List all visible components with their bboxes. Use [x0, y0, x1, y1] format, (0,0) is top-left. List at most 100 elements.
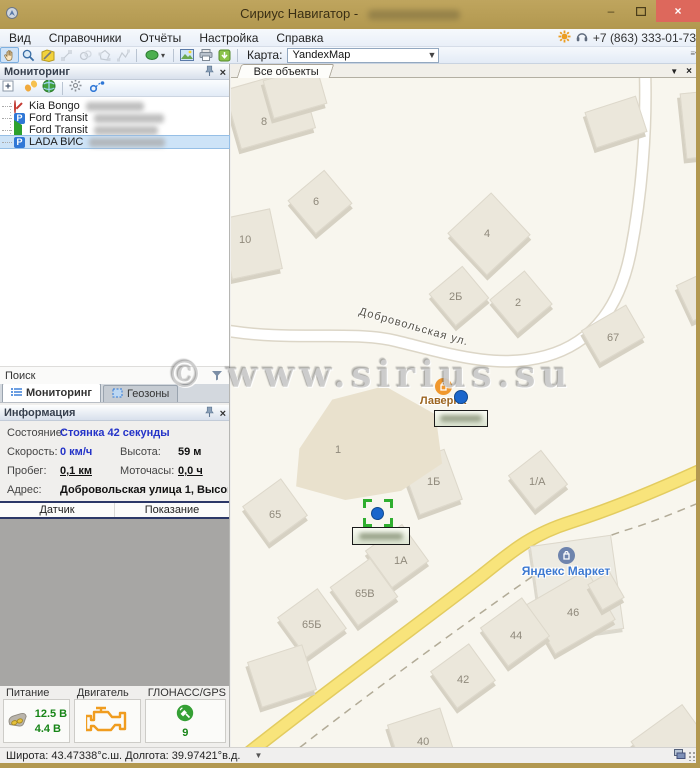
- reading-column-header[interactable]: Показание: [115, 503, 229, 517]
- menu-help[interactable]: Справка: [267, 29, 332, 46]
- vehicle-row-kia-bongo[interactable]: Kia Bongo: [0, 100, 229, 112]
- tab-label: Мониторинг: [26, 387, 92, 399]
- list-icon: [11, 387, 22, 400]
- map-snapshot-button[interactable]: [177, 47, 196, 63]
- engine-gauge: Двигатель: [74, 687, 141, 746]
- close-icon[interactable]: ×: [686, 66, 692, 77]
- menu-directories[interactable]: Справочники: [40, 29, 131, 46]
- monitoring-panel-title: Мониторинг: [4, 66, 70, 78]
- menu-reports[interactable]: Отчёты: [130, 29, 190, 46]
- print-button[interactable]: [196, 47, 215, 63]
- pin-icon[interactable]: [205, 65, 214, 80]
- search-label: Поиск: [5, 370, 35, 382]
- monitoring-panel-header: Мониторинг ×: [0, 64, 229, 80]
- minimize-button[interactable]: –: [596, 0, 626, 22]
- state-value: Стоянка 42 секунды: [60, 427, 170, 439]
- gauges-row: Питание 12.5 В 4.4 В Двигатель: [0, 686, 229, 746]
- sensor-column-header[interactable]: Датчик: [0, 503, 115, 517]
- geofence-icon: [112, 388, 123, 401]
- info-grid: Состояние: Стоянка 42 секунды Скорость: …: [0, 421, 229, 501]
- vehicle-name: Ford Transit: [29, 112, 88, 124]
- title-bar: Сириус Навигатор - – ×: [0, 0, 700, 29]
- building-number: 65: [269, 509, 281, 521]
- close-button[interactable]: ×: [656, 0, 700, 22]
- app-window: Сириус Навигатор - – × Вид Справочники О…: [0, 0, 700, 768]
- polygon-zone-button[interactable]: [95, 47, 114, 63]
- gps-gauge-label: ГЛОНАСС/GPS: [145, 687, 226, 699]
- tab-monitoring[interactable]: Мониторинг: [2, 383, 101, 402]
- route-icon[interactable]: [90, 79, 105, 97]
- monitoring-panel-toolbar: [0, 80, 229, 97]
- map-tab-all-objects[interactable]: Все объекты: [237, 64, 334, 78]
- search-bar[interactable]: Поиск: [0, 366, 229, 384]
- redacted-plate: [94, 114, 164, 123]
- building-number: 10: [239, 234, 251, 246]
- engine-hours-value[interactable]: 0,0 ч: [178, 465, 203, 477]
- close-icon[interactable]: ×: [220, 408, 226, 420]
- menu-settings[interactable]: Настройка: [190, 29, 267, 46]
- monitoring-panel: Мониторинг ×: [0, 64, 230, 747]
- info-panel-header: Информация ×: [0, 405, 229, 421]
- support-phone-number: +7 (863) 333-01-73: [593, 31, 696, 45]
- window-title: Сириус Навигатор -: [0, 6, 700, 21]
- polyline-zone-button[interactable]: [114, 47, 133, 63]
- map-provider-select[interactable]: YandexMap ▼: [287, 48, 439, 63]
- show-on-map-globe-icon[interactable]: [42, 79, 56, 98]
- power-voltage-backup: 4.4 В: [35, 723, 67, 735]
- zoom-tool-button[interactable]: [19, 47, 38, 63]
- mileage-label: Пробег:: [7, 465, 47, 477]
- connection-icon: [674, 749, 686, 762]
- power-gauge-label: Питание: [3, 687, 70, 699]
- circle-zone-button[interactable]: [76, 47, 95, 63]
- add-node-button[interactable]: [57, 47, 76, 63]
- redacted-plate: [89, 138, 165, 147]
- redacted-vehicle-label: [359, 533, 404, 540]
- maximize-button[interactable]: [626, 0, 656, 22]
- building-number: 1А: [394, 555, 407, 567]
- filter-funnel-icon[interactable]: [211, 370, 223, 384]
- building-number: 40: [417, 736, 429, 747]
- mileage-value[interactable]: 0,1 км: [60, 465, 92, 477]
- pin-icon[interactable]: [205, 406, 214, 421]
- building-number: 4: [484, 228, 490, 240]
- vehicle-row-ford-transit-1[interactable]: P Ford Transit: [0, 112, 229, 124]
- vehicle-label-box: [434, 410, 488, 427]
- gear-icon[interactable]: [69, 79, 82, 97]
- chevron-down-icon: ▾: [161, 51, 165, 60]
- building-number: 44: [510, 630, 522, 642]
- export-button[interactable]: [215, 47, 234, 63]
- menu-bar: Вид Справочники Отчёты Настройка Справка…: [0, 29, 700, 47]
- expand-all-icon[interactable]: [2, 79, 14, 97]
- close-icon[interactable]: ×: [220, 67, 226, 79]
- map-area: Все объекты ▼ ×: [231, 64, 696, 747]
- poi-yandex-market[interactable]: Яндекс Маркет: [521, 547, 611, 578]
- tab-geozones[interactable]: Геозоны: [103, 385, 178, 402]
- vehicle-row-lada-vis[interactable]: P LADA ВИС: [0, 136, 229, 148]
- follow-tracks-icon[interactable]: [24, 79, 38, 97]
- vehicle-marker[interactable]: [454, 390, 468, 404]
- poi-label: Яндекс Маркет: [521, 564, 611, 578]
- vehicle-name: Ford Transit: [29, 124, 88, 136]
- menu-view[interactable]: Вид: [0, 29, 40, 46]
- map-tab-bar: Все объекты ▼ ×: [231, 64, 696, 78]
- gps-gauge: ГЛОНАСС/GPS 9: [145, 687, 226, 746]
- geozone-color-button[interactable]: ▾: [140, 47, 170, 63]
- chevron-down-icon: ▼: [428, 50, 437, 60]
- edit-map-button[interactable]: [38, 47, 57, 63]
- redacted-title-text: [368, 10, 460, 20]
- selection-bracket: [363, 499, 393, 527]
- vehicle-label-box: [352, 527, 410, 545]
- state-label: Состояние:: [7, 427, 65, 439]
- pan-tool-button[interactable]: [0, 47, 19, 63]
- address-label: Адрес:: [7, 484, 42, 496]
- vehicle-row-ford-transit-2[interactable]: Ford Transit: [0, 124, 229, 136]
- building-number: 1Б: [427, 476, 440, 488]
- chevron-down-icon[interactable]: ▼: [254, 751, 262, 760]
- chevron-down-icon[interactable]: ▼: [670, 67, 678, 76]
- info-panel-title: Информация: [4, 407, 75, 419]
- map-canvas[interactable]: 8 6 10 4 2Б 2 67 1 1Б 1/А 65 1А 65В 46 6…: [231, 78, 696, 747]
- sensor-table: Датчик Показание: [0, 501, 229, 686]
- vehicle-name: Kia Bongo: [29, 100, 80, 112]
- vehicle-name: LADA ВИС: [29, 136, 83, 148]
- support-gear-icon: [558, 30, 571, 46]
